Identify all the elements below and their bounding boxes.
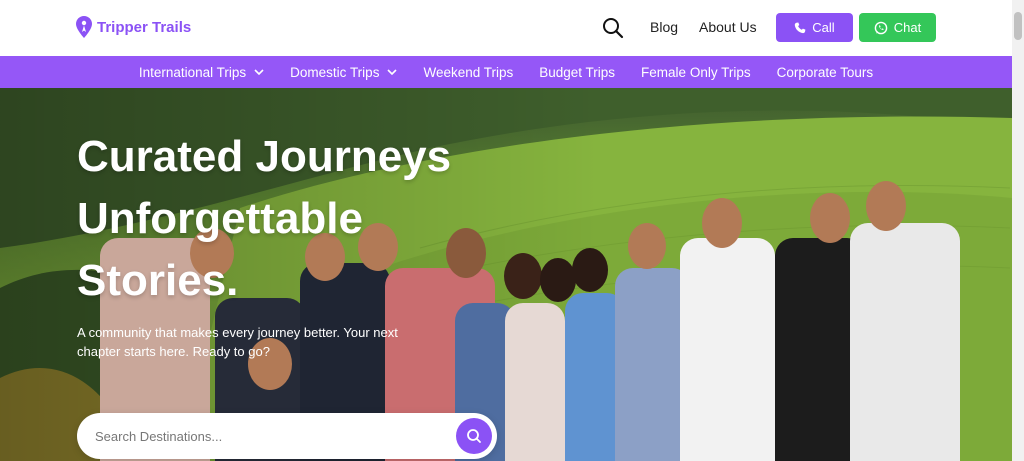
menu-item-label: Female Only Trips [641,64,751,80]
destination-search-bar [77,413,497,459]
search-icon [467,429,481,443]
phone-icon [795,22,806,33]
nav-blog[interactable]: Blog [650,19,678,35]
page-scrollbar[interactable] [1012,0,1024,461]
menu-item-label: Domestic Trips [290,64,380,80]
chat-button[interactable]: Chat [859,13,936,42]
hero-title-line: Stories. [77,256,239,305]
menu-item-label: Weekend Trips [423,64,514,80]
menu-international-trips[interactable]: International Trips [139,65,264,80]
brand-logo[interactable]: Tripper Trails [76,16,191,38]
whatsapp-icon [874,21,888,34]
menu-item-label: International Trips [138,64,247,80]
hero-title-line: Unforgettable [77,194,363,243]
menu-female-only-trips[interactable]: Female Only Trips [641,65,751,80]
menu-weekend-trips[interactable]: Weekend Trips [423,65,513,80]
chevron-down-icon [254,69,264,75]
menu-domestic-trips[interactable]: Domestic Trips [290,64,398,80]
menu-item-label: Corporate Tours [776,64,874,80]
call-label: Call [812,20,835,35]
hero-title: Curated Journeys Unforgettable Stories. [77,126,497,312]
hero-subtitle: A community that makes every journey bet… [77,325,398,359]
hero-section: Curated Journeys Unforgettable Stories. … [0,88,1012,461]
chevron-down-icon [387,69,398,75]
menu-corporate-tours[interactable]: Corporate Tours [777,65,874,80]
menu-budget-trips[interactable]: Budget Trips [539,65,615,80]
search-icon[interactable] [602,17,624,39]
nav-about-us[interactable]: About Us [699,19,757,35]
category-menu: International Trips Domestic Trips Weeke… [0,56,1012,88]
location-pin-icon [76,16,92,38]
brand-name: Tripper Trails [97,18,192,36]
call-button[interactable]: Call [776,13,853,42]
site-header: Tripper Trails Blog About Us Call Chat [0,0,1012,56]
scrollbar-thumb[interactable] [1014,12,1022,40]
menu-item-label: Budget Trips [539,64,616,80]
chat-label: Chat [893,20,922,35]
search-submit-button[interactable] [456,418,492,454]
destination-search-input[interactable] [95,425,425,447]
hero-title-line: Curated Journeys [77,132,452,181]
